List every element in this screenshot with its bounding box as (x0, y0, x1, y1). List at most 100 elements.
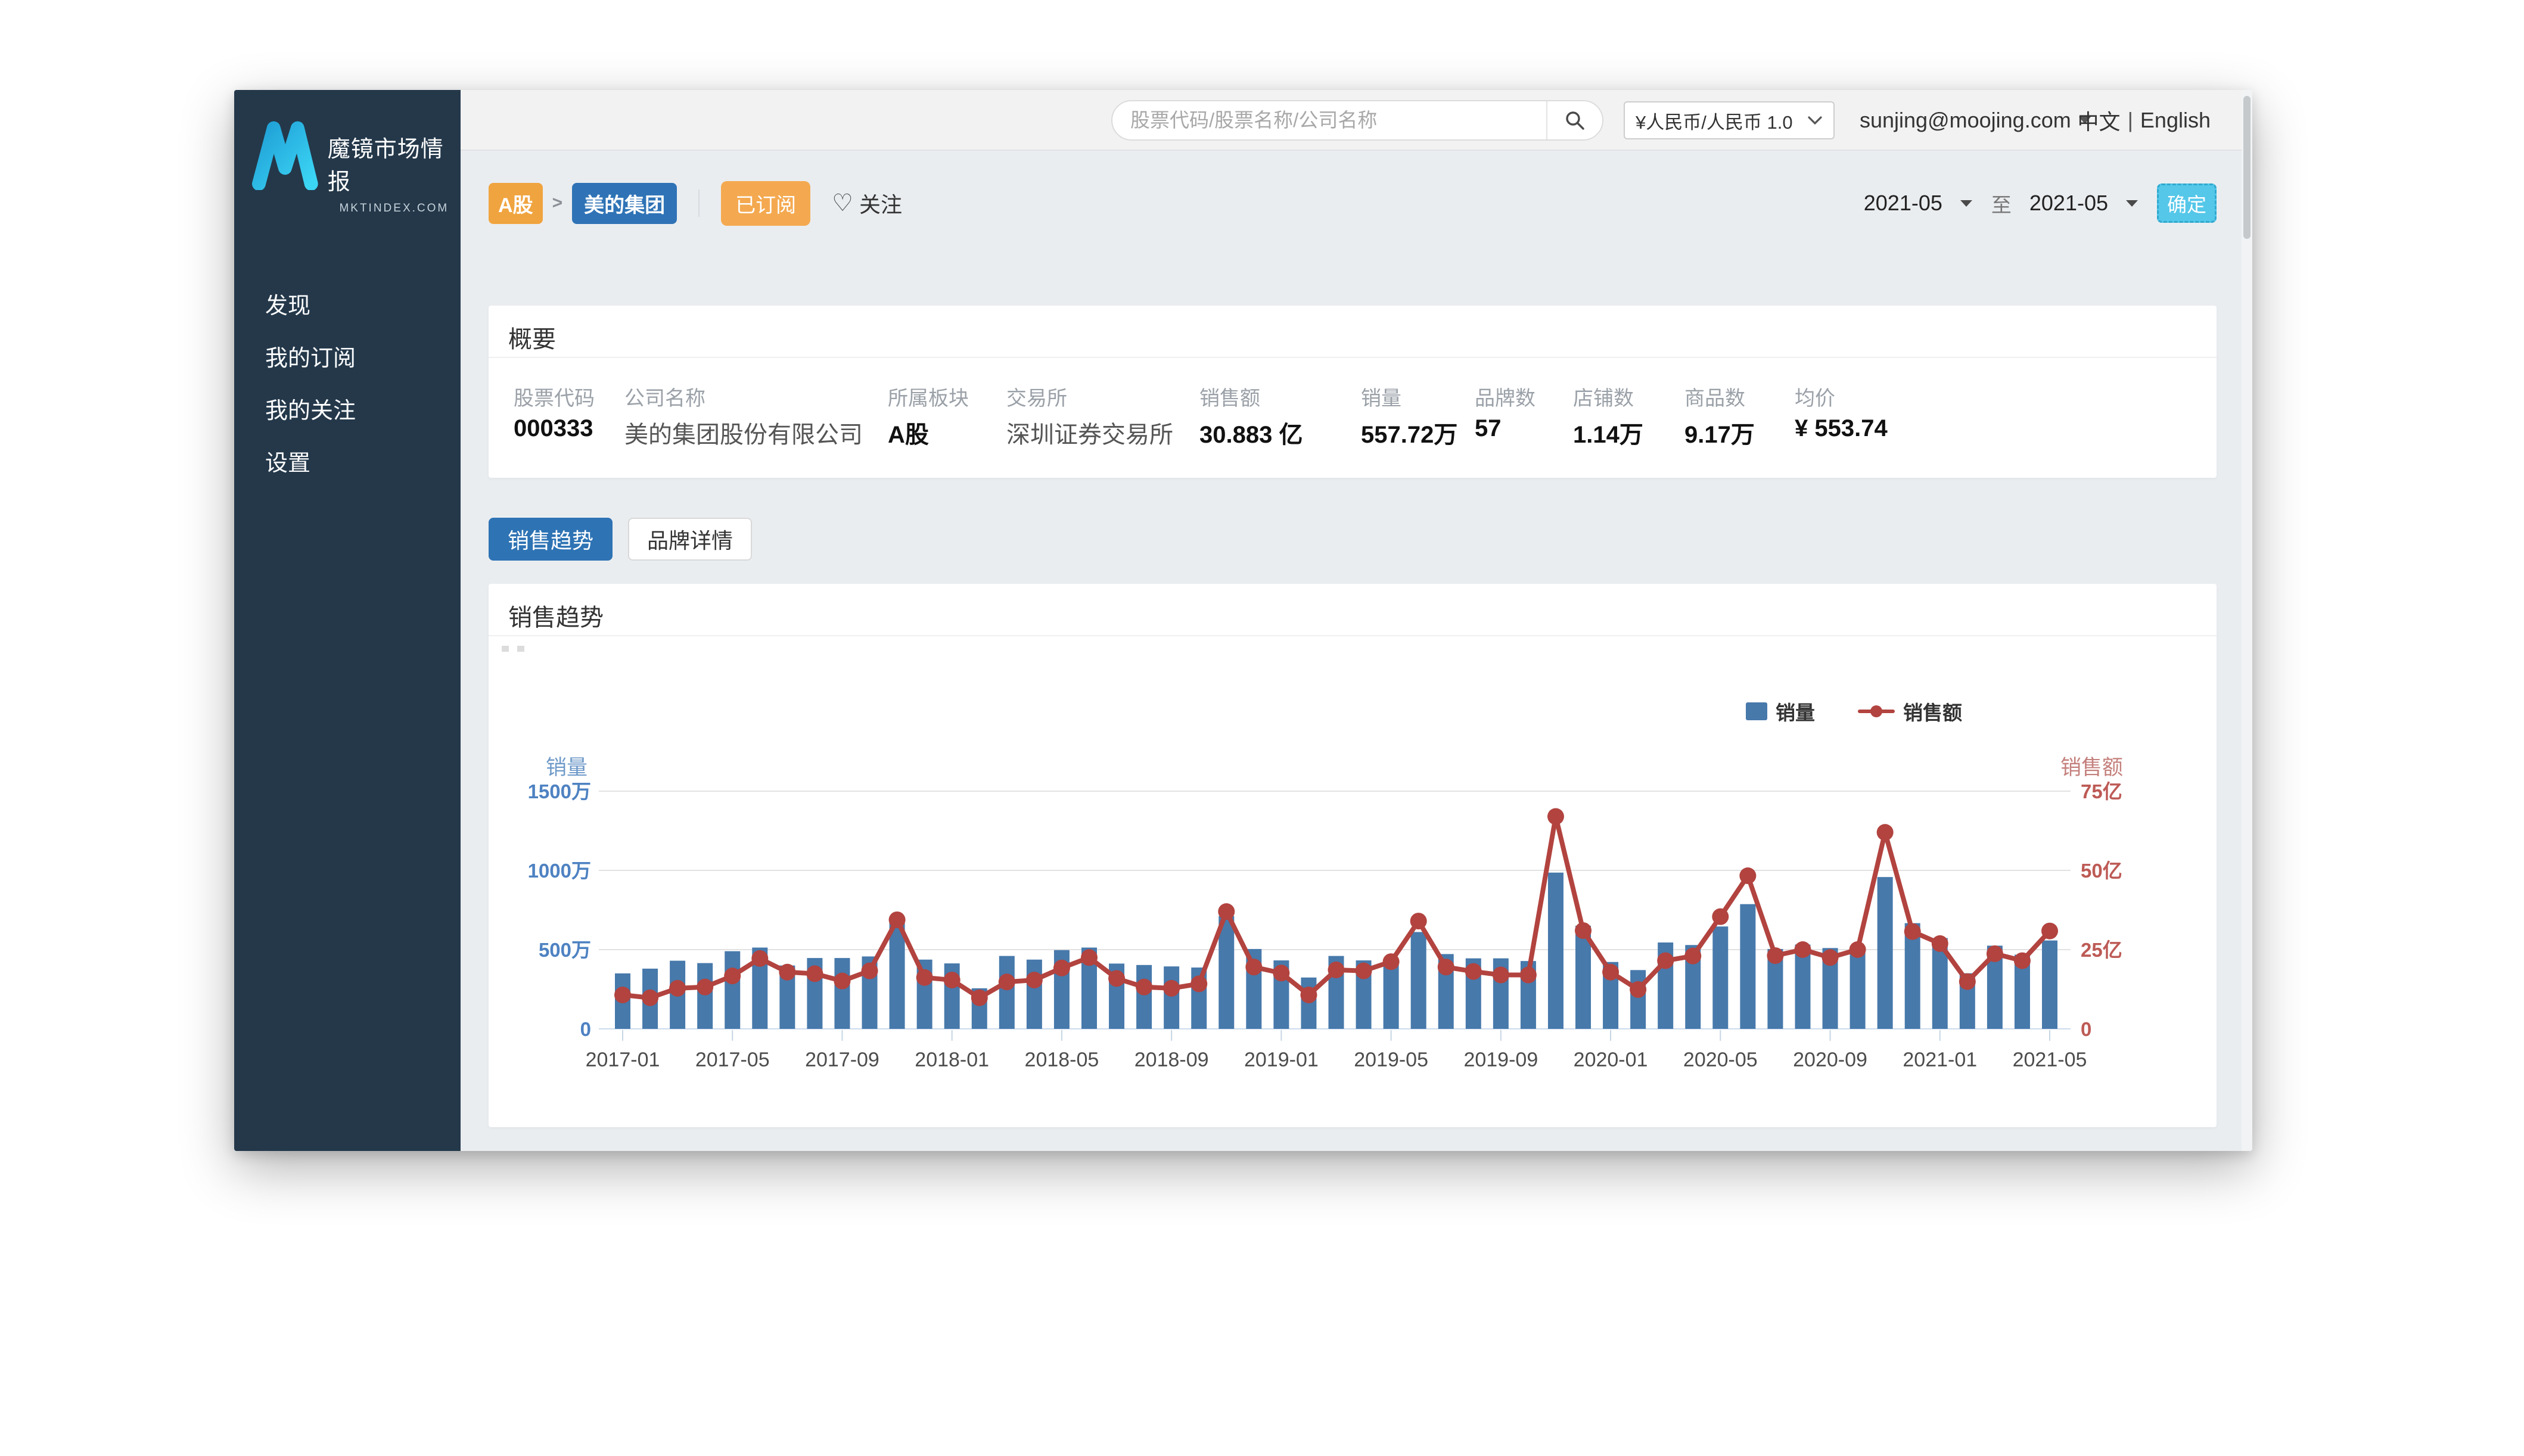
field-value: 美的集团股份有限公司 (624, 415, 863, 450)
legend-label: 销量 (1776, 697, 1815, 726)
language-switch[interactable]: 中文 | English (2078, 90, 2211, 151)
legend-item-amount[interactable]: 销售额 (1858, 697, 1962, 726)
field-label: 所属板块 (888, 382, 969, 411)
svg-text:2019-05: 2019-05 (1354, 1049, 1428, 1071)
caret-down-icon (2125, 199, 2139, 208)
trend-title: 销售趋势 (508, 598, 604, 633)
sidebar-item-2[interactable]: 我的关注 (265, 392, 356, 421)
field-value: 557.72万 (1361, 415, 1457, 450)
subscribed-button[interactable]: 已订阅 (721, 181, 810, 226)
tab-bar: 销售趋势 品牌详情 (489, 518, 752, 561)
chevron-down-icon (1807, 116, 1823, 125)
svg-text:销售额: 销售额 (2060, 756, 2123, 779)
svg-text:0: 0 (2081, 1018, 2091, 1040)
svg-text:2020-05: 2020-05 (1683, 1049, 1758, 1071)
search-button[interactable] (1546, 101, 1602, 139)
field-label: 销量 (1361, 382, 1401, 411)
caret-down-icon (1959, 199, 1973, 208)
field-label: 品牌数 (1475, 382, 1535, 411)
tab-sales-trend[interactable]: 销售趋势 (489, 518, 613, 561)
svg-text:2018-05: 2018-05 (1025, 1049, 1099, 1071)
currency-value: ¥人民币/人民币 1.0 (1636, 107, 1793, 134)
stock-search (1111, 100, 1603, 141)
heart-icon: ♡ (832, 189, 853, 217)
sidebar-item-0[interactable]: 发现 (265, 287, 310, 316)
lang-en[interactable]: English (2140, 108, 2211, 133)
svg-text:2017-05: 2017-05 (695, 1049, 770, 1071)
follow-button[interactable]: ♡ 关注 (832, 188, 902, 219)
topbar: ¥人民币/人民币 1.0 sunjing@moojing.com 中文 | En… (461, 90, 2252, 151)
date-to-value: 2021-05 (2029, 191, 2108, 216)
svg-text:2017-09: 2017-09 (805, 1049, 879, 1071)
field-label: 股票代码 (514, 382, 595, 411)
main-content: A股 > 美的集团 已订阅 ♡ 关注 2021-05 至 2021-05 (461, 152, 2252, 1151)
search-input[interactable] (1112, 101, 1546, 139)
field-label: 商品数 (1684, 382, 1745, 411)
user-menu[interactable]: sunjing@moojing.com (1860, 90, 2091, 151)
svg-text:2019-01: 2019-01 (1244, 1049, 1319, 1071)
date-to-label: 至 (1991, 189, 2012, 218)
svg-text:75亿: 75亿 (2081, 780, 2122, 802)
field-value: 9.17万 (1684, 415, 1755, 450)
search-icon (1564, 110, 1586, 131)
field-value: A股 (888, 415, 929, 450)
scrollbar-thumb[interactable] (2243, 96, 2251, 239)
field-label: 均价 (1795, 382, 1835, 411)
svg-text:2017-01: 2017-01 (586, 1049, 660, 1071)
breadcrumb-company-badge[interactable]: 美的集团 (572, 183, 677, 224)
field-label: 销售额 (1199, 382, 1260, 411)
field-label: 交易所 (1006, 382, 1067, 411)
date-to-select[interactable]: 2021-05 (2029, 191, 2139, 216)
svg-text:50亿: 50亿 (2081, 860, 2122, 882)
svg-text:25亿: 25亿 (2081, 939, 2122, 961)
svg-text:2020-01: 2020-01 (1574, 1049, 1648, 1071)
sidebar: 魔镜市场情报 MKTINDEX.COM 发现我的订阅我的关注设置 (234, 90, 461, 1151)
sidebar-item-3[interactable]: 设置 (265, 444, 310, 473)
field-label: 公司名称 (624, 382, 705, 411)
svg-text:2021-01: 2021-01 (1903, 1049, 1977, 1071)
date-range: 2021-05 至 2021-05 确定 (1864, 183, 2217, 223)
brand-m-icon (252, 119, 318, 190)
field-value: 深圳证券交易所 (1006, 415, 1173, 450)
field-value: ¥ 553.74 (1795, 415, 1888, 442)
legend-item-volume[interactable]: 销量 (1746, 697, 1815, 726)
confirm-button[interactable]: 确定 (2157, 183, 2217, 223)
line-swatch-icon (1858, 702, 1895, 720)
field-value: 30.883 亿 (1199, 415, 1303, 450)
app-window: 魔镜市场情报 MKTINDEX.COM 发现我的订阅我的关注设置 ¥人民币/人民… (234, 90, 2252, 1151)
date-from-value: 2021-05 (1864, 191, 1942, 216)
lang-separator: | (2128, 108, 2133, 133)
scrollbar-track[interactable] (2242, 90, 2252, 1151)
svg-text:2019-09: 2019-09 (1463, 1049, 1538, 1071)
breadcrumb-arrow: > (552, 193, 563, 213)
breadcrumb: A股 > 美的集团 已订阅 ♡ 关注 2021-05 至 2021-05 (489, 182, 2217, 225)
svg-text:2020-09: 2020-09 (1793, 1049, 1867, 1071)
user-email: sunjing@moojing.com (1860, 108, 2071, 133)
date-from-select[interactable]: 2021-05 (1864, 191, 1973, 216)
field-label: 店铺数 (1573, 382, 1634, 411)
breadcrumb-market-badge[interactable]: A股 (489, 183, 543, 224)
field-value: 57 (1475, 415, 1502, 442)
svg-text:1500万: 1500万 (528, 780, 591, 802)
chart-toolbox-icon[interactable] (502, 646, 509, 652)
field-value: 000333 (514, 415, 593, 442)
brand-logo: 魔镜市场情报 MKTINDEX.COM (252, 119, 461, 215)
chart-toolbox-icon[interactable] (517, 646, 524, 652)
divider (489, 635, 2217, 636)
brand-name: 魔镜市场情报 (328, 130, 461, 196)
currency-select[interactable]: ¥人民币/人民币 1.0 (1624, 101, 1835, 139)
field-value: 1.14万 (1573, 415, 1643, 450)
overview-title: 概要 (508, 320, 556, 354)
tab-brand-detail[interactable]: 品牌详情 (628, 518, 752, 561)
svg-text:2018-09: 2018-09 (1134, 1049, 1209, 1071)
brand-domain: MKTINDEX.COM (328, 202, 461, 215)
chart-legend: 销量 销售额 (1746, 697, 1962, 726)
svg-text:销量: 销量 (546, 756, 588, 779)
svg-text:1000万: 1000万 (528, 860, 591, 882)
follow-label: 关注 (859, 188, 902, 219)
lang-zh[interactable]: 中文 (2078, 105, 2121, 136)
overview-card: 概要 股票代码 000333 公司名称美的集团股份有限公司所属板块 A股 交易所深圳证券… (489, 306, 2217, 478)
sidebar-item-1[interactable]: 我的订阅 (265, 340, 356, 368)
divider (489, 357, 2217, 358)
svg-text:500万: 500万 (539, 939, 591, 961)
